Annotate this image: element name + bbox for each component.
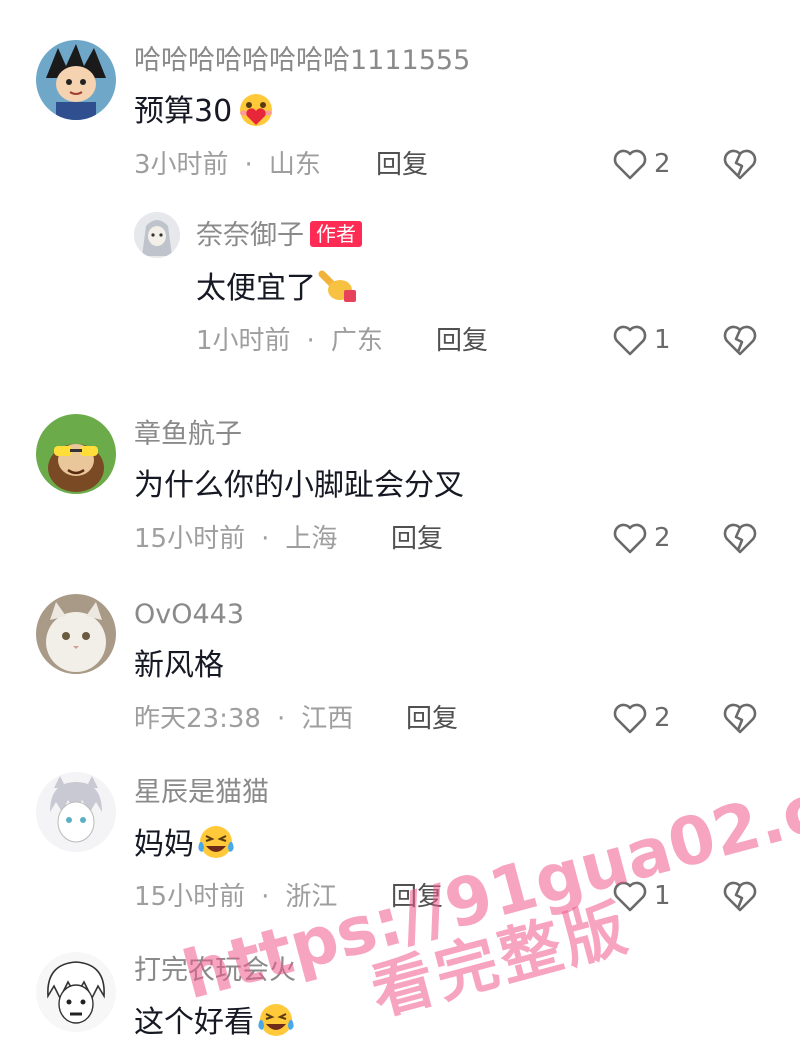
avatar[interactable] (36, 952, 116, 1032)
username[interactable]: 打完农玩会火 (134, 954, 296, 988)
laughing-tears-emoji-icon (256, 1002, 296, 1042)
comment-item: 打完农玩会火 这个好看 (0, 0, 800, 1042)
comment-text: 这个好看 (134, 1002, 296, 1042)
comment-text-body: 这个好看 (134, 1005, 254, 1040)
comment-list: 哈哈哈哈哈哈哈哈1111555 预算30 3小时前 · 山东 回复 2 奈奈御子… (0, 0, 800, 1042)
